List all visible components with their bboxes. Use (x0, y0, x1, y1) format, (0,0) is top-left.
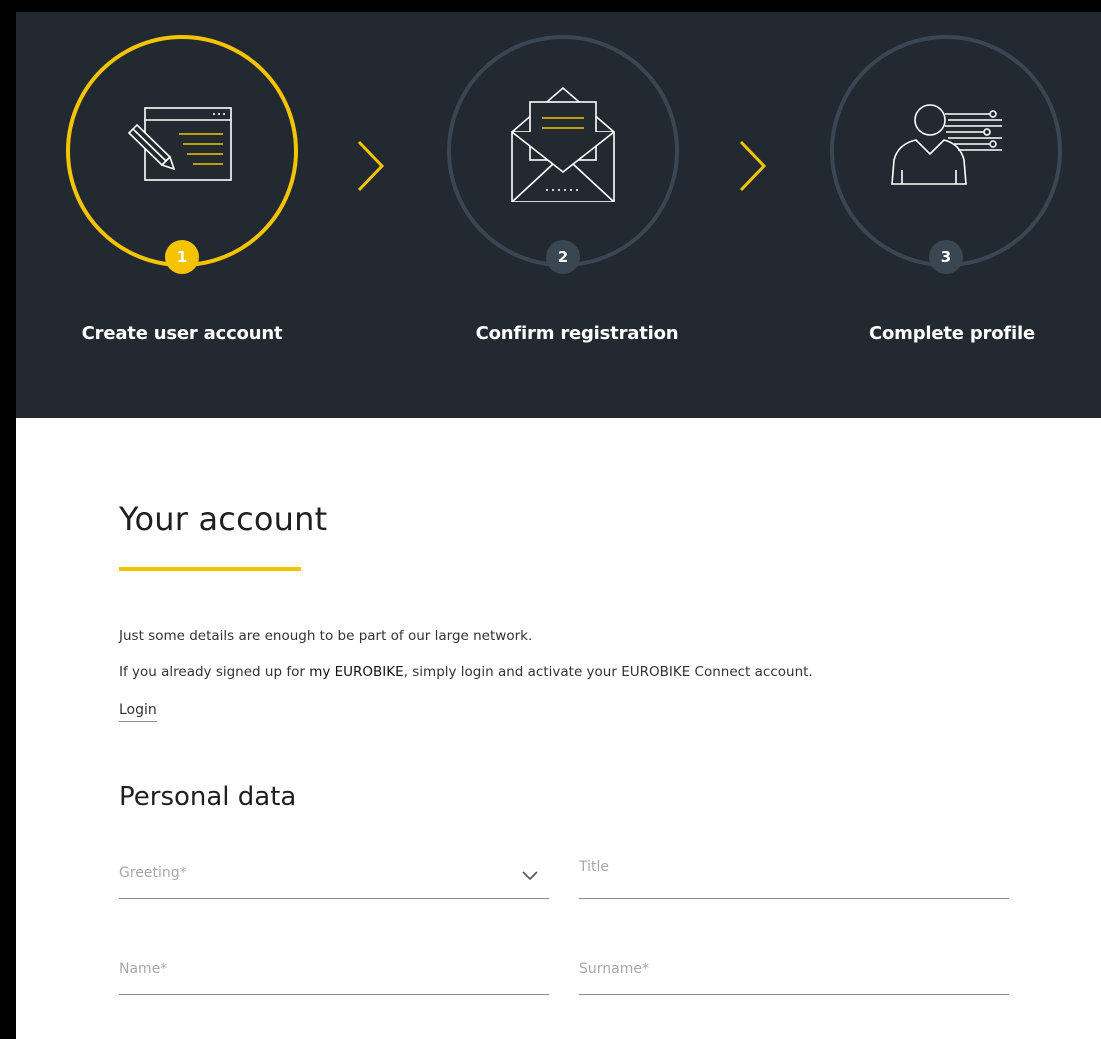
registration-steps: 1 Create user account 2 Confirm registra… (16, 12, 1101, 418)
page-title: Your account (119, 500, 328, 538)
intro-login-hint: If you already signed up for my EUROBIKE… (119, 664, 813, 680)
step-1-label: Create user account (81, 323, 283, 344)
user-profile-icon (890, 82, 1010, 196)
surname-field-wrap (579, 951, 1009, 995)
title-underline (119, 567, 301, 571)
edit-form-icon (127, 82, 237, 196)
title-field[interactable] (579, 859, 979, 875)
page-frame: 1 Create user account 2 Confirm registra… (16, 12, 1101, 1039)
step-1-badge: 1 (165, 240, 199, 274)
intro-hint-suffix: , simply login and activate your EUROBIK… (403, 664, 813, 680)
surname-field[interactable] (579, 961, 979, 977)
greeting-field[interactable] (119, 865, 519, 881)
step-2-badge: 2 (546, 240, 580, 274)
brand-name: my EUROBIKE (309, 664, 404, 680)
intro-hint-prefix: If you already signed up for (119, 664, 310, 680)
open-envelope-icon (508, 82, 618, 206)
chevron-down-icon[interactable] (521, 867, 539, 886)
login-link[interactable]: Login (119, 702, 157, 722)
intro-text: Just some details are enough to be part … (119, 628, 533, 644)
section-title-personal-data: Personal data (119, 782, 297, 812)
name-field[interactable] (119, 961, 519, 977)
step-2-label: Confirm registration (475, 323, 679, 344)
title-field-wrap (579, 855, 1009, 899)
chevron-right-icon (735, 139, 769, 197)
name-field-wrap (119, 951, 549, 995)
greeting-select[interactable] (119, 855, 549, 899)
step-3-label: Complete profile (869, 323, 1035, 344)
chevron-right-icon (353, 139, 387, 197)
step-3-badge: 3 (929, 240, 963, 274)
